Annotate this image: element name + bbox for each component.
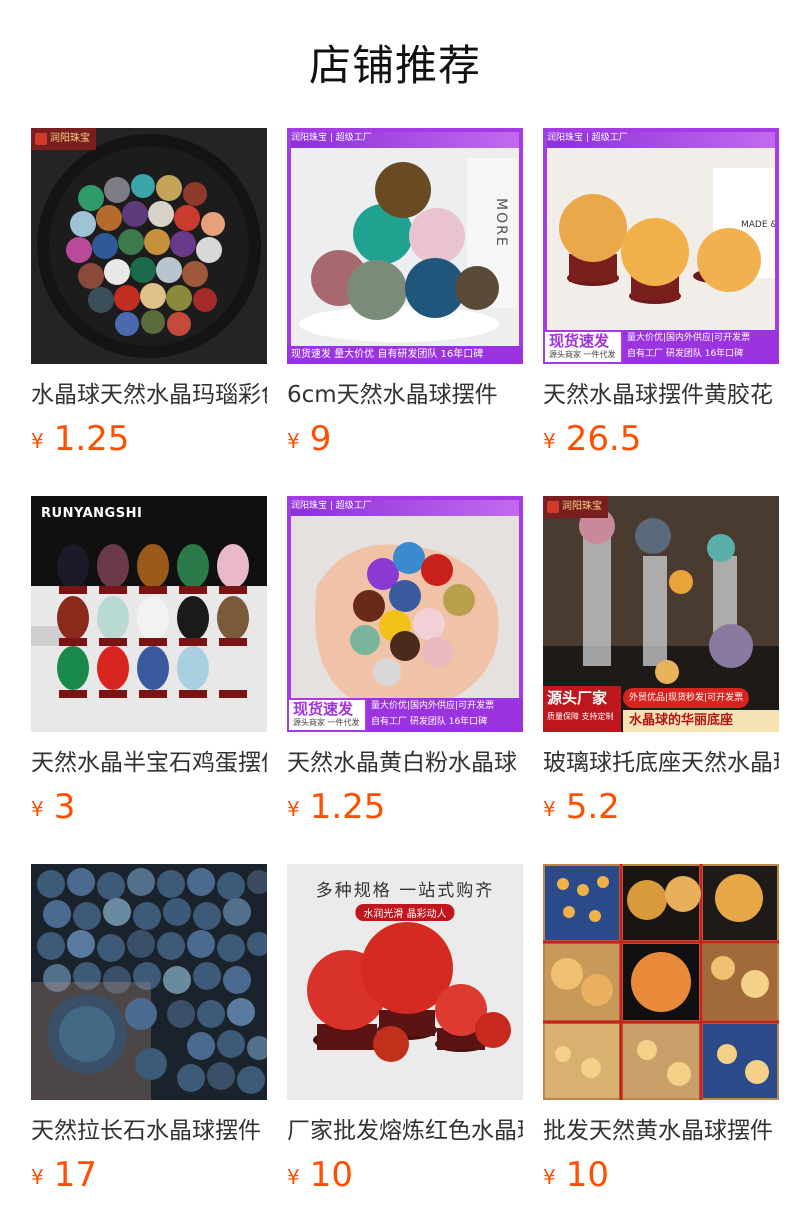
currency-symbol: ¥ bbox=[287, 429, 300, 453]
product-price: ¥9 bbox=[287, 416, 523, 468]
product-title[interactable]: 玻璃球托底座天然水晶球 bbox=[543, 746, 779, 780]
brand-watermark: RUNYANGSHI bbox=[41, 506, 143, 521]
currency-symbol: ¥ bbox=[31, 1165, 44, 1189]
currency-symbol: ¥ bbox=[287, 1165, 300, 1189]
product-image[interactable]: 润阳珠宝 | 超级工厂 MORE 现货速发 量大价优 自有研发团队 16年口碑 bbox=[287, 128, 523, 364]
price-value: 9 bbox=[309, 419, 332, 459]
product-image[interactable]: 润阳珠宝 bbox=[31, 128, 267, 364]
product-price: ¥5.2 bbox=[543, 784, 779, 836]
product-card[interactable]: 润阳珠宝 | 超级工厂 MADE & 现货速发 源头商家 一件代发 量大价优|国内… bbox=[543, 128, 779, 464]
product-price: ¥1.25 bbox=[31, 416, 267, 468]
crystal-eggs-image bbox=[31, 496, 267, 732]
brand-seal-icon bbox=[547, 501, 559, 513]
product-card[interactable]: 多种规格 一站式购齐 水润光滑 晶彩动人 厂家批发熔炼红色水晶球 ¥10 bbox=[287, 864, 523, 1200]
product-grid: 润阳珠宝 水晶球天然水晶玛瑙彩色混搭 ¥1.25 bbox=[31, 128, 779, 1200]
currency-symbol: ¥ bbox=[31, 797, 44, 821]
product-title[interactable]: 厂家批发熔炼红色水晶球 bbox=[287, 1114, 523, 1148]
banner-heading: 多种规格 一站式购齐 bbox=[315, 881, 495, 901]
brand-label: 润阳珠宝 bbox=[562, 501, 602, 512]
price-value: 3 bbox=[53, 787, 76, 827]
brand-tag: 润阳珠宝 bbox=[543, 496, 608, 518]
labradorite-balls-image bbox=[31, 864, 267, 1100]
more-sign: MORE bbox=[493, 198, 509, 248]
product-title[interactable]: 天然拉长石水晶球摆件 bbox=[31, 1114, 267, 1148]
product-image[interactable]: 润阳珠宝 源头厂家 质量保障 支持定制 外贸优品|现货秒发|可开发票 水晶球的华丽… bbox=[543, 496, 779, 732]
product-price: ¥10 bbox=[543, 1152, 779, 1204]
brand-label: 润阳珠宝 bbox=[50, 133, 90, 144]
product-card[interactable]: 天然拉长石水晶球摆件 ¥17 bbox=[31, 864, 267, 1200]
product-price: ¥26.5 bbox=[543, 416, 779, 468]
product-image[interactable]: RUNYANGSHI bbox=[31, 496, 267, 732]
section-title: 店铺推荐 bbox=[308, 41, 481, 90]
price-value: 10 bbox=[565, 1155, 609, 1195]
product-title[interactable]: 批发天然黄水晶球摆件 bbox=[543, 1114, 779, 1148]
price-value: 1.25 bbox=[309, 787, 386, 827]
currency-symbol: ¥ bbox=[543, 1165, 556, 1189]
product-card[interactable]: RUNYANGSHI 天然水晶半宝石鸡蛋摆件 ¥3 bbox=[31, 496, 267, 832]
product-title[interactable]: 天然水晶半宝石鸡蛋摆件 bbox=[31, 746, 267, 780]
product-image[interactable]: 多种规格 一站式购齐 水润光滑 晶彩动人 bbox=[287, 864, 523, 1100]
product-price: ¥17 bbox=[31, 1152, 267, 1204]
promo-bar: 量大价优|国内外供应|可开发票 自有工厂 研发团队 16年口碑 bbox=[623, 330, 779, 364]
currency-symbol: ¥ bbox=[543, 797, 556, 821]
product-image[interactable] bbox=[31, 864, 267, 1100]
product-image[interactable]: 润阳珠宝 | 超级工厂 MADE & 现货速发 源头商家 一件代发 量大价优|国内… bbox=[543, 128, 779, 364]
citrine-balls-collage-image bbox=[543, 864, 779, 1100]
product-price: ¥1.25 bbox=[287, 784, 523, 836]
brand-tag: 润阳珠宝 bbox=[31, 128, 96, 150]
currency-symbol: ¥ bbox=[287, 797, 300, 821]
product-title[interactable]: 6cm天然水晶球摆件 bbox=[287, 378, 523, 412]
promo-bar: 量大价优|国内外供应|可开发票 自有工厂 研发团队 16年口碑 bbox=[367, 698, 523, 732]
product-title[interactable]: 天然水晶黄白粉水晶球 bbox=[287, 746, 523, 780]
currency-symbol: ¥ bbox=[31, 429, 44, 453]
fast-ship-badge: 现货速发 源头商家 一件代发 bbox=[543, 330, 623, 364]
shop-recommend-page: 店铺推荐 润阳珠宝 水晶球天然水晶玛瑙彩 ¥ 1.25 润阳珠宝 | 超级工厂 … bbox=[0, 0, 790, 1232]
price-value: 26.5 bbox=[565, 419, 642, 459]
product-card[interactable]: 润阳珠宝 水晶球天然水晶玛瑙彩色混搭 ¥1.25 bbox=[31, 128, 267, 464]
fast-ship-badge: 现货速发 源头商家 一件代发 bbox=[287, 698, 367, 732]
currency-symbol: ¥ bbox=[543, 429, 556, 453]
product-price: ¥10 bbox=[287, 1152, 523, 1204]
price-value: 10 bbox=[309, 1155, 353, 1195]
banner-subheading: 水润光滑 晶彩动人 bbox=[355, 904, 455, 921]
source-factory-badge: 源头厂家 质量保障 支持定制 bbox=[543, 686, 621, 732]
crystal-balls-in-hand-image bbox=[287, 496, 523, 732]
brand-banner: 润阳珠宝 | 超级工厂 bbox=[287, 128, 523, 148]
made-sign: MADE & bbox=[741, 220, 778, 230]
product-card[interactable]: 批发天然黄水晶球摆件 ¥10 bbox=[543, 864, 779, 1200]
price-value: 1.25 bbox=[53, 419, 130, 459]
product-title[interactable]: 天然水晶球摆件黄胶花 bbox=[543, 378, 779, 412]
crystal-balls-stack-image bbox=[287, 128, 523, 364]
source-slogan: 水晶球的华丽底座 bbox=[623, 710, 779, 732]
promo-bar: 现货速发 量大价优 自有研发团队 16年口碑 bbox=[287, 346, 523, 364]
product-image[interactable]: 润阳珠宝 | 超级工厂 现货速发 源头商家 一件代发 量大价优|国内外供应|可开发… bbox=[287, 496, 523, 732]
brand-banner: 润阳珠宝 | 超级工厂 bbox=[543, 128, 779, 148]
crystal-balls-plate-image bbox=[31, 128, 267, 364]
product-price: ¥3 bbox=[31, 784, 267, 836]
product-card[interactable]: 润阳珠宝 | 超级工厂 MORE 现货速发 量大价优 自有研发团队 16年口碑 … bbox=[287, 128, 523, 464]
yellow-crystal-balls-image bbox=[543, 128, 779, 364]
product-card[interactable]: 润阳珠宝 | 超级工厂 现货速发 源头商家 一件代发 量大价优|国内外供应|可开发… bbox=[287, 496, 523, 832]
price-value: 17 bbox=[53, 1155, 97, 1195]
product-image[interactable] bbox=[543, 864, 779, 1100]
product-title[interactable]: 水晶球天然水晶玛瑙彩色混搭 bbox=[31, 378, 267, 412]
price-value: 5.2 bbox=[565, 787, 620, 827]
product-card[interactable]: 润阳珠宝 源头厂家 质量保障 支持定制 外贸优品|现货秒发|可开发票 水晶球的华丽… bbox=[543, 496, 779, 832]
brand-banner: 润阳珠宝 | 超级工厂 bbox=[287, 496, 523, 516]
source-tag: 外贸优品|现货秒发|可开发票 bbox=[623, 688, 750, 708]
brand-seal-icon bbox=[35, 133, 47, 145]
